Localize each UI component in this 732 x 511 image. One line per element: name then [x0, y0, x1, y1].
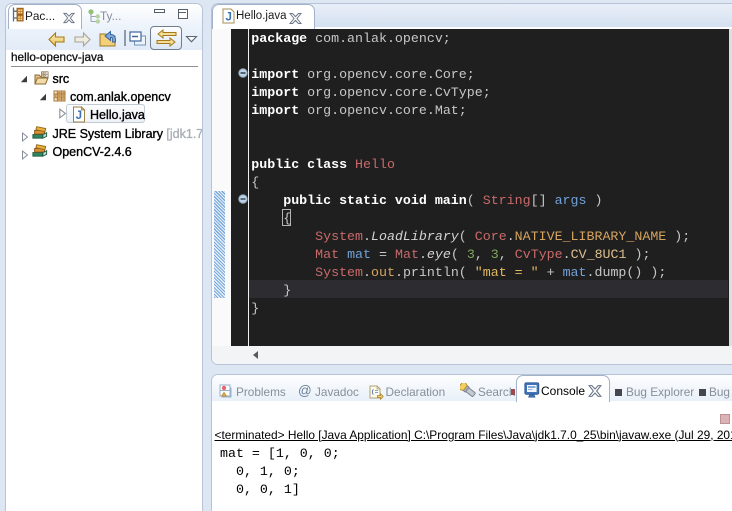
svg-text:J: J	[226, 12, 232, 24]
svg-text:J: J	[76, 110, 82, 122]
